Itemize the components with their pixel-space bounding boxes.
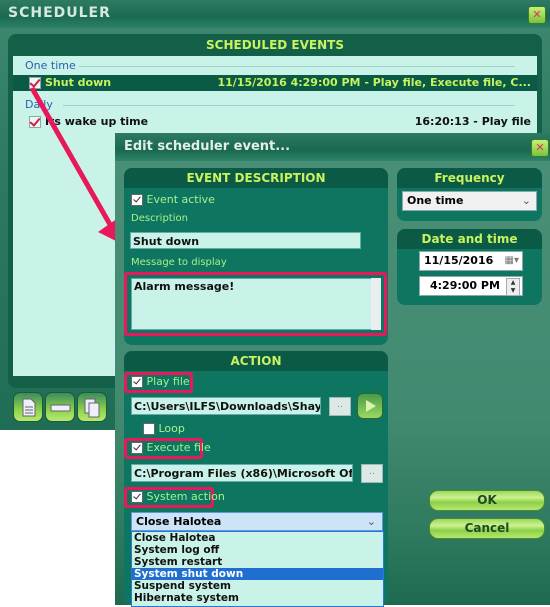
play-file-browse-button[interactable]: ..: [329, 397, 351, 416]
system-action-label: System action: [146, 490, 225, 503]
system-action-select[interactable]: Close Halotea ⌄: [131, 512, 383, 531]
message-scrollbar[interactable]: [371, 278, 381, 330]
time-picker[interactable]: 4:29:00 PM ▲ ▼: [419, 276, 523, 296]
checkbox[interactable]: [131, 376, 143, 388]
checkbox[interactable]: [143, 423, 155, 435]
play-file-checkbox[interactable]: Play file: [131, 375, 190, 388]
execute-file-path-input[interactable]: C:\Program Files (x86)\Microsoft Office\…: [131, 464, 353, 482]
play-button[interactable]: [357, 393, 383, 419]
action-header: ACTION: [124, 351, 388, 371]
close-x-icon: ✕: [535, 141, 545, 154]
description-label: Description: [131, 213, 188, 224]
dropdown-option[interactable]: Close Halotea: [132, 532, 383, 544]
play-file-path-input[interactable]: C:\Users\ILFS\Downloads\Shayarar: [131, 397, 321, 415]
system-action-checkbox[interactable]: System action: [131, 490, 225, 503]
chevron-down-icon: ⌄: [366, 515, 376, 528]
date-time-header: Date and time: [397, 229, 542, 249]
chevron-down-icon: ⌄: [521, 194, 531, 207]
checkbox[interactable]: [131, 194, 143, 206]
dropdown-option[interactable]: System log off: [132, 544, 383, 556]
dropdown-option[interactable]: System restart: [132, 556, 383, 568]
checkbox[interactable]: [131, 442, 143, 454]
ok-button[interactable]: OK: [429, 490, 545, 511]
dialog-close-button[interactable]: ✕: [531, 139, 549, 157]
time-value: 4:29:00 PM: [430, 279, 500, 292]
message-label: Message to display: [131, 257, 227, 268]
dropdown-option[interactable]: Suspend system: [132, 580, 383, 592]
loop-label: Loop: [158, 422, 185, 435]
frequency-panel: Frequency One time ⌄: [397, 168, 542, 221]
message-textarea[interactable]: Alarm message!: [131, 278, 380, 330]
date-time-panel: Date and time 11/15/2016 ▦▾ 4:29:00 PM ▲…: [397, 229, 542, 305]
play-icon: [366, 400, 376, 412]
calendar-icon[interactable]: ▦▾: [505, 252, 519, 270]
frequency-select[interactable]: One time ⌄: [402, 191, 537, 211]
message-highlight: Alarm message!: [124, 272, 387, 336]
date-value: 11/15/2016: [424, 254, 494, 267]
system-action-dropdown-list: Close Halotea System log off System rest…: [131, 531, 384, 607]
cancel-button[interactable]: Cancel: [429, 518, 545, 539]
system-action-value: Close Halotea: [136, 515, 222, 528]
execute-file-label: Execute file: [146, 441, 211, 454]
loop-checkbox[interactable]: Loop: [143, 422, 185, 435]
date-picker[interactable]: 11/15/2016 ▦▾: [419, 251, 523, 271]
dialog-titlebar: Edit scheduler event... ✕: [115, 133, 550, 161]
description-input[interactable]: Shut down: [130, 232, 361, 249]
frequency-header: Frequency: [397, 168, 542, 188]
dialog-title: Edit scheduler event...: [124, 139, 291, 154]
dropdown-option-highlighted[interactable]: System shut down: [132, 568, 383, 580]
spinner-icon[interactable]: ▲ ▼: [506, 278, 520, 296]
frequency-value: One time: [407, 194, 464, 207]
event-description-header: EVENT DESCRIPTION: [124, 168, 388, 188]
execute-file-browse-button[interactable]: ..: [361, 464, 383, 483]
play-file-label: Play file: [146, 375, 190, 388]
event-active-checkbox[interactable]: Event active: [131, 193, 215, 206]
event-active-label: Event active: [146, 193, 215, 206]
dropdown-option[interactable]: Hibernate system: [132, 592, 383, 604]
execute-file-checkbox[interactable]: Execute file: [131, 441, 211, 454]
checkbox[interactable]: [131, 491, 143, 503]
event-description-panel: EVENT DESCRIPTION Event active Descripti…: [124, 168, 388, 345]
